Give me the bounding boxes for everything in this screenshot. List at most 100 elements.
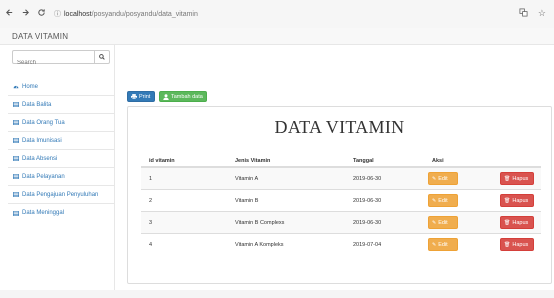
cell-id: 1 xyxy=(149,176,153,182)
sidebar-item-label: Data Imunisasi xyxy=(22,137,62,144)
header-tanggal: Tanggal xyxy=(353,158,374,164)
vitamin-table: id vitamin Jenis Vitamin Tanggal Aksi 1 … xyxy=(141,155,541,255)
delete-label: Hapus xyxy=(512,241,529,248)
delete-button[interactable]: 🗑 Hapus xyxy=(500,194,534,207)
page-footer xyxy=(0,290,554,298)
delete-button[interactable]: 🗑 Hapus xyxy=(500,238,534,251)
main-content: Print Tambah data DATA VITAMIN id vitami… xyxy=(115,45,554,290)
delete-label: Hapus xyxy=(512,219,529,226)
arrow-left-icon xyxy=(5,9,12,16)
sidebar-item-data-balita[interactable]: Data Balita xyxy=(8,96,114,114)
table-row: 1 Vitamin A 2019-06-30 ✎ Edit 🗑 Hapus xyxy=(141,167,541,189)
cell-tanggal: 2019-07-04 xyxy=(353,242,382,248)
add-data-button[interactable]: Tambah data xyxy=(159,91,207,102)
sidebar-search xyxy=(12,50,110,69)
search-button[interactable] xyxy=(94,51,109,63)
search-icon xyxy=(99,54,105,60)
delete-button[interactable]: 🗑 Hapus xyxy=(500,216,534,229)
edit-button[interactable]: ✎ Edit xyxy=(428,194,458,207)
sidebar-item-data-meninggal[interactable]: Data Meninggal xyxy=(8,204,114,222)
table-icon xyxy=(13,120,19,125)
cell-id: 2 xyxy=(149,198,153,204)
back-button[interactable] xyxy=(2,8,16,20)
edit-button[interactable]: ✎ Edit xyxy=(428,238,458,251)
reload-button[interactable] xyxy=(34,8,48,20)
sidebar: Home Data Balita Data Orang Tua Data Imu… xyxy=(8,45,115,290)
table-row: 2 Vitamin B 2019-06-30 ✎ Edit 🗑 Hapus xyxy=(141,189,541,211)
page-title: DATA VITAMIN xyxy=(274,117,405,137)
arrow-right-icon xyxy=(22,9,29,16)
sidebar-item-label: Data Absensi xyxy=(22,155,58,162)
table-icon xyxy=(13,192,19,197)
header-id: id vitamin xyxy=(149,158,175,164)
forward-button[interactable] xyxy=(18,8,32,20)
cell-jenis: Vitamin A xyxy=(235,176,259,182)
edit-label: Edit xyxy=(438,219,448,226)
sidebar-item-home[interactable]: Home xyxy=(8,78,114,96)
cell-id: 3 xyxy=(149,220,153,226)
print-icon xyxy=(131,94,137,99)
url-host: localhost xyxy=(64,10,92,18)
sidebar-item-label: Data Pengajuan Penyuluhan xyxy=(22,191,99,198)
sidebar-item-label: Data Pelayanan xyxy=(22,173,65,180)
pencil-icon: ✎ xyxy=(432,197,437,204)
cell-tanggal: 2019-06-30 xyxy=(353,220,382,226)
url-path: /posyandu/posyandu/data_vitamin xyxy=(91,10,198,18)
pencil-icon: ✎ xyxy=(432,219,437,226)
sidebar-item-data-pengajuan-penyuluhan[interactable]: Data Pengajuan Penyuluhan xyxy=(8,186,114,204)
sidebar-item-data-orang-tua[interactable]: Data Orang Tua xyxy=(8,114,114,132)
user-icon xyxy=(163,93,169,100)
cell-id: 4 xyxy=(149,242,153,248)
sidebar-item-label: Home xyxy=(22,83,39,90)
sidebar-item-data-absensi[interactable]: Data Absensi xyxy=(8,150,114,168)
delete-button[interactable]: 🗑 Hapus xyxy=(500,172,534,185)
table-row: 4 Vitamin A Kompleks 2019-07-04 ✎ Edit 🗑 H… xyxy=(141,233,541,255)
sidebar-item-label: Data Meninggal xyxy=(22,210,65,216)
print-label: Print xyxy=(139,93,151,100)
cell-tanggal: 2019-06-30 xyxy=(353,176,382,182)
trash-icon: 🗑 xyxy=(504,241,511,248)
translate-icon[interactable] xyxy=(519,8,528,19)
address-bar[interactable]: ⓘ localhost /posyandu/posyandu/data_vita… xyxy=(54,9,198,19)
pencil-icon: ✎ xyxy=(432,241,437,248)
bookmark-star-icon[interactable]: ☆ xyxy=(538,8,546,19)
edit-button[interactable]: ✎ Edit xyxy=(428,216,458,229)
info-icon: ⓘ xyxy=(54,11,61,18)
header-jenis: Jenis Vitamin xyxy=(235,158,271,164)
table-icon xyxy=(13,174,19,179)
sidebar-item-data-imunisasi[interactable]: Data Imunisasi xyxy=(8,132,114,150)
trash-icon: 🗑 xyxy=(504,219,511,226)
cell-jenis: Vitamin B Complexs xyxy=(235,220,285,226)
delete-label: Hapus xyxy=(512,175,529,182)
header-aksi: Aksi xyxy=(432,158,444,164)
search-input[interactable] xyxy=(13,57,89,69)
table-icon xyxy=(13,102,19,107)
browser-toolbar: ⓘ localhost /posyandu/posyandu/data_vita… xyxy=(0,0,554,29)
cell-jenis: Vitamin A Kompleks xyxy=(235,242,284,248)
trash-icon: 🗑 xyxy=(504,175,511,182)
sidebar-menu: Home Data Balita Data Orang Tua Data Imu… xyxy=(8,78,114,222)
table-icon xyxy=(13,156,19,161)
sidebar-item-data-pelayanan[interactable]: Data Pelayanan xyxy=(8,168,114,186)
sidebar-item-label: Data Orang Tua xyxy=(22,119,65,126)
print-button[interactable]: Print xyxy=(127,91,155,102)
delete-label: Hapus xyxy=(512,197,529,204)
table-row: 3 Vitamin B Complexs 2019-06-30 ✎ Edit 🗑 H… xyxy=(141,211,541,233)
add-data-label: Tambah data xyxy=(171,93,203,100)
table-icon xyxy=(13,210,19,216)
cell-tanggal: 2019-06-30 xyxy=(353,198,382,204)
sidebar-item-label: Data Balita xyxy=(22,101,52,108)
table-header-row: id vitamin Jenis Vitamin Tanggal Aksi xyxy=(141,155,541,167)
table-icon xyxy=(13,138,19,143)
cell-jenis: Vitamin B xyxy=(235,198,259,204)
top-navbar: DATA VITAMIN xyxy=(0,28,554,45)
pencil-icon: ✎ xyxy=(432,175,437,182)
app-root: DATA VITAMIN Home Data Balita Data Orang… xyxy=(0,28,554,298)
app-brand[interactable]: DATA VITAMIN xyxy=(12,32,68,41)
vitamin-panel: DATA VITAMIN id vitamin Jenis Vitamin Ta… xyxy=(127,106,552,284)
edit-label: Edit xyxy=(438,197,448,204)
edit-label: Edit xyxy=(438,241,448,248)
edit-label: Edit xyxy=(438,175,448,182)
edit-button[interactable]: ✎ Edit xyxy=(428,172,458,185)
trash-icon: 🗑 xyxy=(504,197,511,204)
